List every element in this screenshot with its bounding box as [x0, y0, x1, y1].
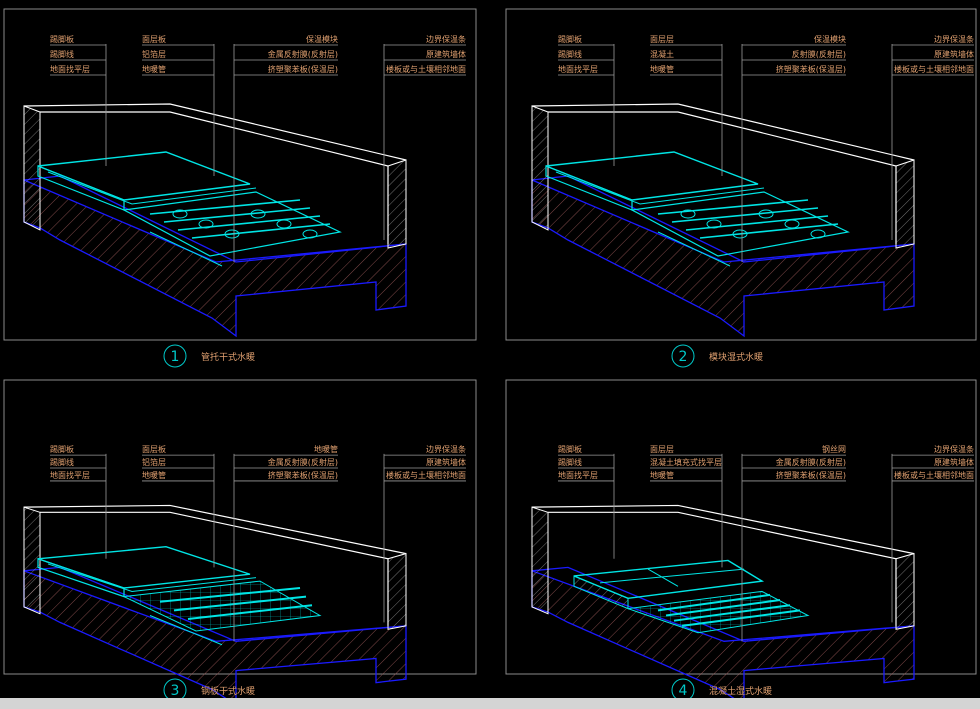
- layer-label: 挤塑聚苯板(保温层): [268, 470, 338, 480]
- layer-label: 金属反射膜(反射层): [268, 457, 338, 467]
- back-wall-section: [387, 159, 407, 249]
- layer-label: 边界保温条: [426, 34, 466, 44]
- layer-label: 混凝土填充式找平层: [650, 457, 722, 467]
- pipe-clip: [302, 229, 318, 239]
- detail-panel-3: 踢脚板踢脚线地面找平层面层板铝箔层地暖管地暖管金属反射膜(反射层)挤塑聚苯板(保…: [3, 379, 477, 707]
- detail-panel-1: 踢脚板踢脚线地面找平层 面层板铝箔层地暖管 保温模块金属反射膜(反射层) 挤塑聚苯板(…: [3, 8, 477, 368]
- layer-label: 边界保温条: [426, 444, 466, 454]
- layer-label: 地暖管: [314, 444, 338, 454]
- layer-label: 挤塑聚苯板(保温层): [268, 64, 338, 74]
- detail-title: 钢板干式水暖: [201, 685, 255, 697]
- detail-number: 2: [679, 349, 688, 365]
- foil-layer: [555, 171, 765, 205]
- pipe-clip: [784, 219, 800, 229]
- isometric-floor-section: [23, 103, 407, 338]
- layer-label: 踢脚板: [50, 444, 74, 454]
- layer-label: 铝箔层: [142, 457, 166, 467]
- layer-label: 踢脚线: [50, 49, 74, 59]
- detail-title: 模块湿式水暖: [709, 351, 763, 363]
- back-wall-section: [387, 552, 407, 630]
- detail-number: 4: [679, 683, 688, 699]
- layer-label: 金属反射膜(反射层): [776, 457, 846, 467]
- foil-layer: [47, 171, 257, 205]
- layer-label: 楼板或与土壤相邻地面: [386, 64, 466, 74]
- layer-label: 挤塑聚苯板(保温层): [776, 64, 846, 74]
- layer-label: 面层层: [650, 445, 674, 454]
- layer-label: 地面找平层: [558, 470, 598, 480]
- detail-number: 3: [171, 683, 180, 699]
- layer-label: 地暖管: [142, 470, 166, 480]
- left-wall-section: [531, 506, 549, 615]
- isometric-floor-section: [531, 103, 915, 338]
- layer-label: 踢脚板: [558, 444, 582, 454]
- layer-label: 原建筑墙体: [934, 457, 974, 467]
- layer-label: 面层板: [142, 34, 166, 44]
- pipe-clip: [276, 219, 292, 229]
- layer-label: 踢脚线: [558, 49, 582, 59]
- layer-label: 混凝土: [650, 49, 674, 59]
- layer-label: 边界保温条: [934, 34, 974, 44]
- layer-label: 踢脚板: [50, 34, 74, 44]
- layer-label: 地暖管: [650, 64, 674, 74]
- layer-label: 钢丝网: [822, 444, 846, 454]
- detail-panel-2: 踢脚板踢脚线地面找平层 面层层混凝土地暖管 保温模块反射膜(反射层) 挤塑聚苯板(保温…: [505, 8, 977, 368]
- concrete-slab: [23, 179, 407, 338]
- layer-label: 反射膜(反射层): [792, 49, 846, 59]
- concrete-slab: [531, 179, 915, 338]
- layer-label: 地面找平层: [50, 64, 90, 74]
- back-wall-section: [895, 552, 915, 630]
- back-wall-section: [895, 159, 915, 249]
- layer-label: 楼板或与土壤相邻地面: [894, 64, 974, 74]
- detail-title: 混凝土湿式水暖: [709, 685, 772, 697]
- layer-label: 楼板或与土壤相邻地面: [386, 470, 466, 480]
- isometric-floor-section: [531, 504, 915, 707]
- detail-number: 1: [171, 349, 180, 365]
- layer-label: 原建筑墙体: [934, 49, 974, 59]
- layer-label: 保温模块: [306, 34, 338, 44]
- layer-label: 挤塑聚苯板(保温层): [776, 470, 846, 480]
- pipe-clip: [810, 229, 826, 239]
- isometric-floor-section: [23, 504, 407, 707]
- layer-label: 保温模块: [814, 34, 846, 44]
- layer-label: 踢脚线: [50, 457, 74, 467]
- layer-label: 地暖管: [650, 470, 674, 480]
- detail-panel-4: 踢脚板踢脚线地面找平层 面层层混凝土填充式找平层地暖管 钢丝网金属反射膜(反射层) 挤…: [505, 379, 977, 707]
- layer-label: 地面找平层: [558, 64, 598, 74]
- status-bar: [0, 698, 980, 709]
- layer-label: 边界保温条: [934, 444, 974, 454]
- layer-label: 踢脚板: [558, 34, 582, 44]
- layer-label: 面层板: [142, 444, 166, 454]
- layer-label: 面层层: [650, 35, 674, 44]
- layer-label: 踢脚线: [558, 457, 582, 467]
- layer-label: 地面找平层: [50, 470, 90, 480]
- cad-drawing-canvas: 踢脚板踢脚线地面找平层面层板铝箔层地暖管保温模块金属反射膜(反射层)挤塑聚苯板(…: [3, 8, 977, 707]
- layer-label: 地暖管: [142, 64, 166, 74]
- detail-title: 管托干式水暖: [201, 351, 255, 363]
- layer-label: 原建筑墙体: [426, 457, 466, 467]
- layer-label: 楼板或与土壤相邻地面: [894, 470, 974, 480]
- layer-label: 金属反射膜(反射层): [268, 49, 338, 59]
- layer-label: 原建筑墙体: [426, 49, 466, 59]
- layer-label: 铝箔层: [142, 49, 166, 59]
